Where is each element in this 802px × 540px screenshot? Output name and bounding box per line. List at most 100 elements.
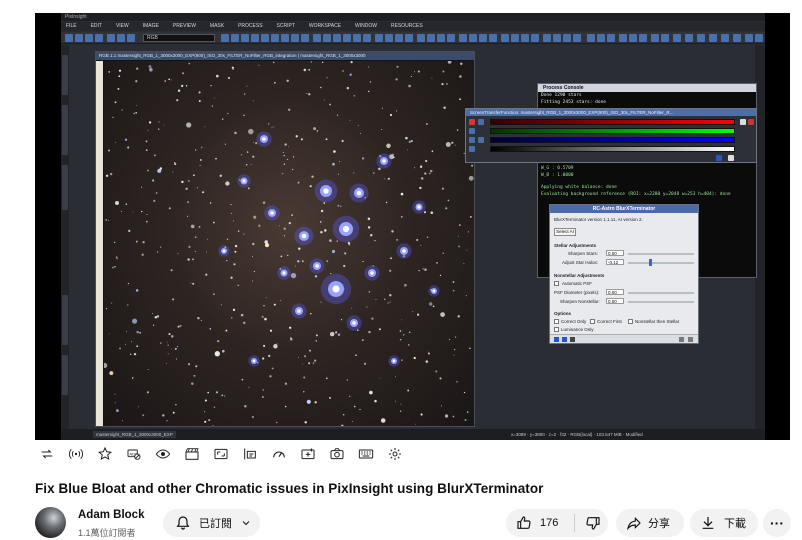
stf-zoom-icon[interactable] — [469, 128, 475, 134]
dock-tab[interactable] — [62, 295, 68, 345]
menu-item-edit[interactable]: EDIT — [91, 22, 102, 31]
subtitles-button[interactable] — [241, 445, 259, 463]
stf-zoom-icon[interactable] — [469, 137, 475, 143]
toolbar-tool-icon[interactable] — [313, 34, 321, 42]
crop-button[interactable] — [212, 445, 230, 463]
toolbar-tool-icon[interactable] — [343, 34, 351, 42]
like-button[interactable]: 176 — [506, 509, 574, 537]
toolbar-tool-icon[interactable] — [745, 34, 753, 42]
new-instance-icon[interactable] — [554, 337, 559, 342]
toolbar-tool-icon[interactable] — [281, 34, 289, 42]
toolbar-tool-icon[interactable] — [261, 34, 269, 42]
star-button[interactable] — [96, 445, 114, 463]
dock-tab[interactable] — [62, 355, 68, 395]
channel-name[interactable]: Adam Block — [78, 509, 144, 521]
toolbar-tool-icon[interactable] — [573, 34, 581, 42]
toolbar-tool-icon[interactable] — [553, 34, 561, 42]
blurxterminator-dialog[interactable]: RC-Astro BlurXTerminator BlurXTerminator… — [549, 204, 699, 344]
clapperboard-button[interactable] — [183, 445, 201, 463]
adjust-halos-field[interactable]: -0.12 — [606, 259, 624, 265]
camera-button[interactable] — [328, 445, 346, 463]
dock-tab[interactable] — [62, 105, 68, 155]
sharpen-nonstellar-field[interactable]: 0.00 — [606, 298, 624, 304]
stf-red-channel[interactable] — [490, 119, 735, 125]
toolbar-tool-icon[interactable] — [755, 34, 763, 42]
psf-diameter-field[interactable]: 0.00 — [606, 289, 624, 295]
toolbar-tool-icon[interactable] — [427, 34, 435, 42]
stf-link-icon[interactable] — [478, 137, 484, 143]
toolbar-tool-icon[interactable] — [697, 34, 705, 42]
subscribed-button[interactable]: 已訂閱 — [163, 509, 260, 537]
toolbar-tool-icon[interactable] — [685, 34, 693, 42]
stf-zoom-icon[interactable] — [469, 146, 475, 152]
menu-item-preview[interactable]: PREVIEW — [173, 22, 196, 31]
toolbar-tool-icon[interactable] — [395, 34, 403, 42]
speed-button[interactable] — [270, 445, 288, 463]
toolbar-tool-icon[interactable] — [469, 34, 477, 42]
toolbar-tool-icon[interactable] — [531, 34, 539, 42]
apply-global-icon[interactable] — [570, 337, 575, 342]
toolbar-tool-icon[interactable] — [95, 34, 103, 42]
toolbar-tool-icon[interactable] — [511, 34, 519, 42]
stf-close-icon[interactable] — [748, 119, 754, 125]
toolbar-tool-icon[interactable] — [75, 34, 83, 42]
correct-first-checkbox[interactable] — [590, 319, 595, 324]
toolbar-tool-icon[interactable] — [385, 34, 393, 42]
sharpen-stars-field[interactable]: 0.00 — [606, 250, 624, 256]
toolbar-tool-icon[interactable] — [65, 34, 73, 42]
toolbar-tool-icon[interactable] — [543, 34, 551, 42]
stf-luminance-channel[interactable] — [490, 146, 735, 152]
menu-item-script[interactable]: SCRIPT — [277, 22, 295, 31]
menu-item-mask[interactable]: MASK — [210, 22, 224, 31]
dislike-button[interactable] — [575, 509, 601, 537]
toolbar-tool-icon[interactable] — [673, 34, 681, 42]
stf-auto-icon[interactable] — [469, 119, 475, 125]
toolbar-tool-icon[interactable] — [437, 34, 445, 42]
apply-icon[interactable] — [562, 337, 567, 342]
toolbar-tool-icon[interactable] — [521, 34, 529, 42]
toolbar-tool-icon[interactable] — [127, 34, 135, 42]
toolbar-tool-icon[interactable] — [489, 34, 497, 42]
psf-diameter-slider[interactable] — [628, 292, 694, 294]
sharpen-stars-slider[interactable] — [628, 253, 694, 255]
menu-item-view[interactable]: VIEW — [116, 22, 129, 31]
settings-button[interactable] — [386, 445, 404, 463]
toolbar-tool-icon[interactable] — [639, 34, 647, 42]
toolbar-tool-icon[interactable] — [501, 34, 509, 42]
toolbar-tool-icon[interactable] — [607, 34, 615, 42]
toolbar-tool-icon[interactable] — [459, 34, 467, 42]
toolbar-tool-icon[interactable] — [597, 34, 605, 42]
menu-item-window[interactable]: WINDOW — [355, 22, 377, 31]
toolbar-tool-icon[interactable] — [733, 34, 741, 42]
stf-reset-icon[interactable] — [740, 119, 746, 125]
menu-item-resources[interactable]: RESOURCES — [391, 22, 423, 31]
toolbar-tool-icon[interactable] — [661, 34, 669, 42]
toolbar-tool-icon[interactable] — [241, 34, 249, 42]
star-field-image[interactable] — [104, 61, 474, 426]
toolbar-tool-icon[interactable] — [709, 34, 717, 42]
menu-item-file[interactable]: FILE — [66, 22, 77, 31]
toolbar-tool-icon[interactable] — [405, 34, 413, 42]
toolbar-tool-icon[interactable] — [301, 34, 309, 42]
repeat-button[interactable] — [38, 445, 56, 463]
correct-only-checkbox[interactable] — [554, 319, 559, 324]
toolbar-tool-icon[interactable] — [333, 34, 341, 42]
toolbar-tool-icon[interactable] — [721, 34, 729, 42]
share-button[interactable]: 分享 — [616, 509, 684, 537]
color-space-select[interactable]: RGB — [143, 34, 215, 42]
stf-check-icon[interactable] — [728, 155, 734, 161]
toolbar-tool-icon[interactable] — [629, 34, 637, 42]
toolbar-tool-icon[interactable] — [231, 34, 239, 42]
menu-item-process[interactable]: PROCESS — [238, 22, 262, 31]
toolbar-tool-icon[interactable] — [353, 34, 361, 42]
toolbar-tool-icon[interactable] — [417, 34, 425, 42]
view-tab[interactable]: mastersight_RGB_1_3000x3000_EXP — [93, 431, 176, 438]
toolbar-tool-icon[interactable] — [563, 34, 571, 42]
dock-tab[interactable] — [62, 55, 68, 95]
toolbar-tool-icon[interactable] — [479, 34, 487, 42]
video-player[interactable]: PixInsight FILE EDIT VIEW IMAGE PREVIEW MASK P… — [35, 13, 790, 440]
reset-icon[interactable] — [679, 337, 684, 342]
add-clip-button[interactable] — [299, 445, 317, 463]
toolbar-tool-icon[interactable] — [323, 34, 331, 42]
toolbar-tool-icon[interactable] — [375, 34, 383, 42]
